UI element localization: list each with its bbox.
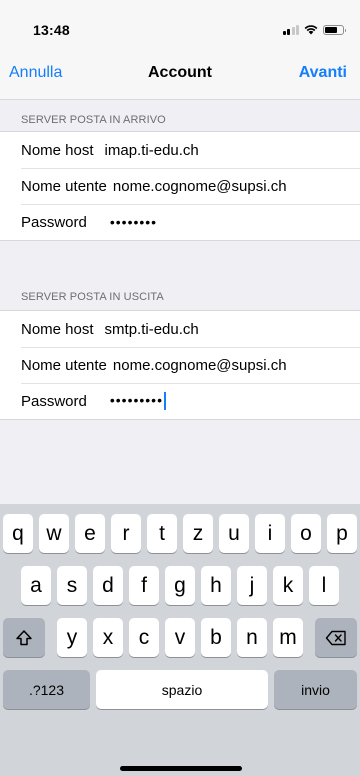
key-i[interactable]: i [255, 514, 285, 553]
outgoing-server-header: SERVER POSTA IN USCITA [21, 291, 164, 303]
incoming-username-label: Nome utente [21, 177, 107, 195]
keyboard: q w e r t z u i o p a s d f g h j k l y … [0, 504, 360, 776]
key-p[interactable]: p [327, 514, 357, 553]
key-l[interactable]: l [309, 566, 339, 605]
incoming-host-field[interactable]: imap.ti-edu.ch [105, 142, 199, 159]
key-d[interactable]: d [93, 566, 123, 605]
incoming-host-label: Nome host [21, 141, 94, 159]
key-a[interactable]: a [21, 566, 51, 605]
outgoing-password-text: ••••••••• [109, 391, 163, 408]
next-button[interactable]: Avanti [299, 64, 347, 82]
key-e[interactable]: e [75, 514, 105, 553]
text-cursor [163, 392, 166, 411]
outgoing-host-row[interactable]: Nome host smtp.ti-edu.ch [0, 311, 360, 347]
key-z[interactable]: z [183, 514, 213, 553]
outgoing-password-row[interactable]: Password ••••••••• [0, 383, 360, 419]
status-bar: 13:48 [0, 0, 360, 44]
wifi-icon [304, 25, 318, 35]
outgoing-password-label: Password [21, 392, 87, 410]
incoming-password-row[interactable]: Password •••••••• [0, 204, 360, 240]
return-key[interactable]: invio [274, 670, 357, 709]
key-m[interactable]: m [273, 618, 303, 657]
incoming-username-row[interactable]: Nome utente nome.cognome@supsi.ch [0, 168, 360, 204]
key-h[interactable]: h [201, 566, 231, 605]
key-v[interactable]: v [165, 618, 195, 657]
outgoing-host-label: Nome host [21, 320, 94, 338]
outgoing-username-label: Nome utente [21, 356, 107, 374]
status-icons [282, 24, 346, 35]
incoming-username-field[interactable]: nome.cognome@supsi.ch [113, 178, 287, 195]
key-u[interactable]: u [219, 514, 249, 553]
key-r[interactable]: r [111, 514, 141, 553]
key-s[interactable]: s [57, 566, 87, 605]
key-k[interactable]: k [273, 566, 303, 605]
key-n[interactable]: n [237, 618, 267, 657]
key-j[interactable]: j [237, 566, 267, 605]
outgoing-host-field[interactable]: smtp.ti-edu.ch [105, 321, 199, 338]
outgoing-username-row[interactable]: Nome utente nome.cognome@supsi.ch [0, 347, 360, 383]
account-settings-screen: 13:48 Annulla Account Avanti SERVER POST… [0, 0, 360, 776]
home-indicator [120, 766, 242, 771]
cancel-button[interactable]: Annulla [9, 64, 62, 82]
key-o[interactable]: o [291, 514, 321, 553]
key-c[interactable]: c [129, 618, 159, 657]
navigation-bar: Annulla Account Avanti [0, 44, 360, 100]
incoming-host-row[interactable]: Nome host imap.ti-edu.ch [0, 132, 360, 168]
key-q[interactable]: q [3, 514, 33, 553]
key-x[interactable]: x [93, 618, 123, 657]
outgoing-password-field[interactable]: ••••••••• [109, 391, 166, 411]
outgoing-username-field[interactable]: nome.cognome@supsi.ch [113, 357, 287, 374]
key-g[interactable]: g [165, 566, 195, 605]
incoming-password-label: Password [21, 213, 87, 231]
key-w[interactable]: w [39, 514, 69, 553]
key-f[interactable]: f [129, 566, 159, 605]
shift-icon [16, 629, 32, 645]
incoming-password-field[interactable]: •••••••• [110, 214, 157, 230]
shift-key[interactable] [3, 618, 45, 657]
delete-key[interactable] [315, 618, 357, 657]
numbers-key[interactable]: .?123 [3, 670, 90, 709]
outgoing-server-group: Nome host smtp.ti-edu.ch Nome utente nom… [0, 310, 360, 420]
battery-icon [323, 24, 346, 35]
incoming-server-header: SERVER POSTA IN ARRIVO [21, 114, 166, 126]
key-t[interactable]: t [147, 514, 177, 553]
signal-icon [282, 24, 299, 35]
incoming-server-group: Nome host imap.ti-edu.ch Nome utente nom… [0, 131, 360, 241]
key-b[interactable]: b [201, 618, 231, 657]
space-key[interactable]: spazio [96, 670, 268, 709]
status-time: 13:48 [33, 22, 70, 38]
delete-icon [325, 630, 346, 645]
key-y[interactable]: y [57, 618, 87, 657]
